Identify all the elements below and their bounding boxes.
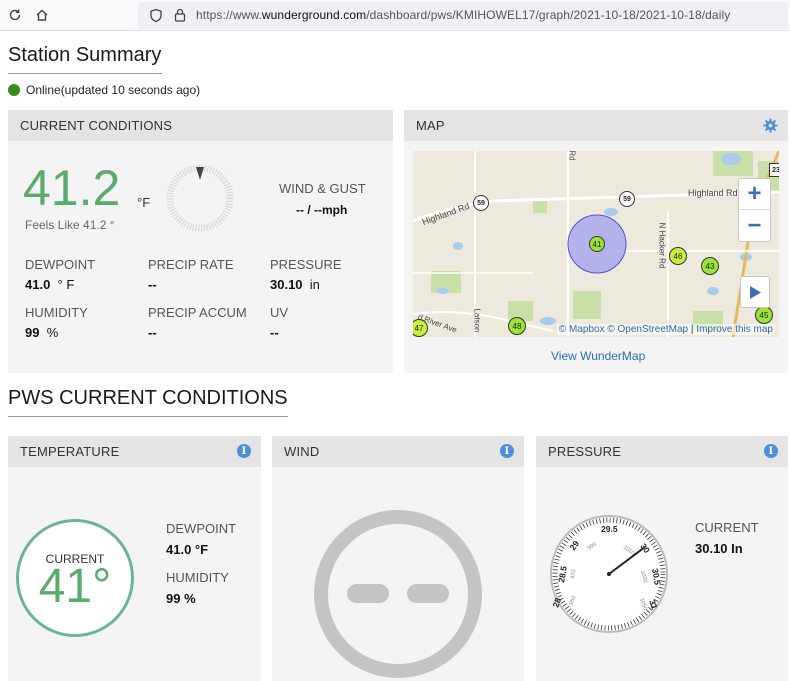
- map-park: [533, 201, 547, 213]
- map-lake: [707, 287, 719, 295]
- map-lake: [721, 153, 741, 165]
- tracking-shield-icon[interactable]: [147, 6, 165, 24]
- info-icon[interactable]: i: [237, 444, 251, 458]
- improve-map-link[interactable]: Improve this map: [696, 324, 773, 335]
- pws-current-title: PWS CURRENT CONDITIONS: [8, 387, 288, 409]
- mapbox-link[interactable]: © Mapbox: [559, 324, 605, 335]
- title-underline: [8, 416, 288, 417]
- pressure-dial: 28 28.5 29 29.5 30 30.5 31 950 970 990 1…: [550, 515, 668, 633]
- current-temperature: 41.2: [23, 160, 121, 216]
- wind-speed-placeholder: [407, 584, 449, 603]
- home-icon[interactable]: [33, 6, 51, 24]
- map-header: MAP: [404, 110, 788, 141]
- temp-unit: °F: [137, 195, 151, 210]
- station-marker[interactable]: 43: [701, 257, 719, 275]
- lock-icon[interactable]: [171, 6, 189, 24]
- osm-link[interactable]: © OpenStreetMap: [607, 324, 688, 335]
- pressure-current-label: CURRENT: [695, 520, 759, 535]
- current-conditions-card: CURRENT CONDITIONS: [8, 110, 393, 373]
- station-marker[interactable]: 45: [755, 306, 773, 324]
- dial-tick-label: 29.5: [601, 524, 618, 534]
- uv-value: --: [270, 325, 279, 340]
- road-label: N Hacker Rd: [657, 222, 667, 269]
- play-icon: [750, 285, 761, 299]
- map-lake: [437, 288, 449, 294]
- map-zoom-control: + −: [738, 178, 771, 242]
- pressure-current-value: 30.10 In: [695, 541, 743, 556]
- route-59-shield: 59: [619, 191, 635, 207]
- title-underline: [8, 73, 162, 74]
- zoom-in-button[interactable]: +: [739, 179, 770, 210]
- dewpoint-label: DEWPOINT: [25, 257, 96, 272]
- station-marker[interactable]: 48: [508, 317, 526, 335]
- us-23-shield: 23: [769, 163, 779, 177]
- wind-compass-icon: [166, 164, 234, 232]
- zoom-out-button[interactable]: −: [739, 210, 770, 241]
- station-status: Online(updated 10 seconds ago): [8, 83, 200, 97]
- route-59-shield: 59: [473, 195, 489, 211]
- map-play-button[interactable]: [740, 276, 770, 308]
- humidity-label: HUMIDITY: [166, 570, 229, 585]
- humidity-label: HUMIDITY: [25, 305, 88, 320]
- road-label: Highland Rd: [688, 188, 738, 198]
- attribution-separator: |: [690, 324, 694, 335]
- status-text: Online(updated 10 seconds ago): [26, 83, 201, 97]
- pressure-value: 30.10 in: [270, 277, 320, 292]
- map-lake: [540, 317, 556, 325]
- pressure-label: PRESSURE: [270, 257, 342, 272]
- reload-icon[interactable]: [6, 6, 24, 24]
- online-status-dot: [8, 84, 20, 96]
- temperature-card-header: TEMPERATURE i: [8, 436, 261, 467]
- dewpoint-label: DEWPOINT: [166, 521, 237, 536]
- station-map[interactable]: Rd Highland Rd Highland Rd N Hacker Rd L…: [413, 151, 779, 337]
- wind-gust-label: WIND & GUST: [279, 181, 366, 196]
- wind-gauge: [314, 510, 482, 678]
- dewpoint-value: 41.0 °F: [166, 542, 209, 557]
- humidity-value: 99 %: [166, 591, 196, 606]
- station-summary-title: Station Summary: [8, 44, 162, 66]
- map-park: [573, 291, 601, 319]
- station-marker[interactable]: 41: [589, 236, 605, 252]
- gauge-temperature-value: 41°: [38, 560, 112, 613]
- pressure-card-header: PRESSURE i: [536, 436, 788, 467]
- gear-icon[interactable]: [763, 118, 778, 133]
- wind-gust-value: -- / --mph: [296, 203, 348, 217]
- wind-card-header: WIND i: [272, 436, 524, 467]
- uv-label: UV: [270, 305, 289, 320]
- wind-direction-placeholder: [347, 584, 389, 603]
- humidity-value: 99 %: [25, 325, 59, 340]
- browser-toolbar: https://www.wunderground.com/dashboard/p…: [0, 0, 790, 31]
- precip-accum-label: PRECIP ACCUM: [148, 305, 247, 320]
- dewpoint-value: 41.0 ° F: [25, 277, 75, 292]
- map-lake: [604, 208, 618, 216]
- url-text[interactable]: https://www.wunderground.com/dashboard/p…: [196, 8, 730, 22]
- current-conditions-header: CURRENT CONDITIONS: [8, 110, 393, 141]
- map-attribution: © Mapbox © OpenStreetMap | Improve this …: [556, 324, 775, 335]
- station-marker[interactable]: 46: [669, 247, 687, 265]
- precip-accum-value: --: [148, 325, 157, 340]
- precip-rate-value: --: [148, 277, 157, 292]
- info-icon[interactable]: i: [500, 444, 514, 458]
- view-wundermap-link[interactable]: View WunderMap: [551, 349, 645, 363]
- feels-like: Feels Like 41.2 °: [25, 218, 115, 232]
- road-label: Rd: [567, 151, 577, 161]
- precip-rate-label: PRECIP RATE: [148, 257, 234, 272]
- info-icon[interactable]: i: [764, 444, 778, 458]
- road-label: Latson: [472, 308, 482, 333]
- map-lake: [453, 242, 463, 250]
